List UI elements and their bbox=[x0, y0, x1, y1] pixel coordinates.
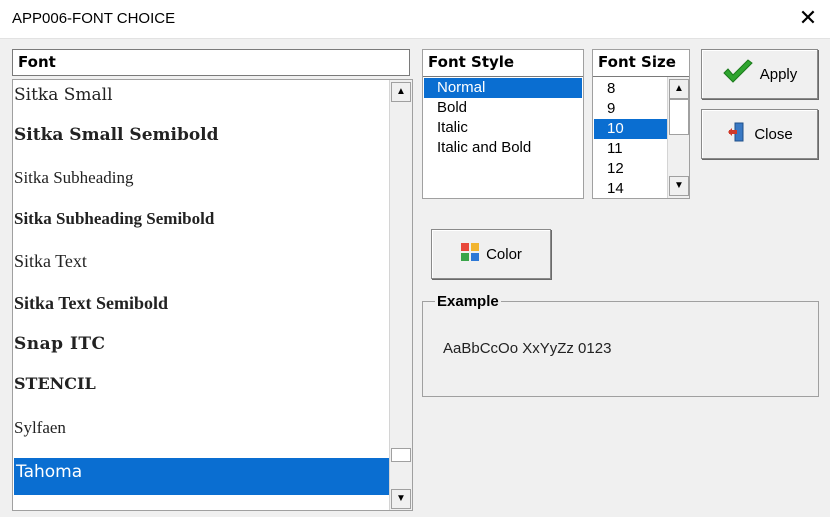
color-label: Color bbox=[486, 245, 522, 263]
font-item-sitka-subheading-semibold[interactable]: Sitka Subheading Semibold bbox=[14, 199, 411, 239]
scroll-down-arrow-icon[interactable]: ▼ bbox=[391, 489, 411, 509]
size-item-10[interactable]: 10 bbox=[594, 119, 667, 139]
scroll-thumb[interactable] bbox=[391, 448, 411, 462]
size-item-11[interactable]: 11 bbox=[594, 139, 667, 159]
font-item-sitka-small-semibold[interactable]: Sitka Small Semibold bbox=[14, 115, 411, 155]
style-item-normal[interactable]: Normal bbox=[424, 78, 582, 98]
size-item-8[interactable]: 8 bbox=[594, 79, 667, 99]
font-style-header: Font Style bbox=[423, 50, 583, 77]
size-scroll-down-arrow-icon[interactable]: ▼ bbox=[669, 176, 689, 196]
close-label: Close bbox=[754, 125, 793, 143]
size-item-9[interactable]: 9 bbox=[594, 99, 667, 119]
style-item-italic-and-bold[interactable]: Italic and Bold bbox=[424, 138, 582, 158]
font-listbox[interactable]: Sitka Small Sitka Small Semibold Sitka S… bbox=[12, 79, 413, 511]
font-size-scrollbar[interactable]: ▲ ▼ bbox=[667, 77, 689, 198]
font-item-sitka-subheading[interactable]: Sitka Subheading bbox=[14, 158, 411, 198]
color-palette-icon bbox=[460, 242, 480, 266]
style-item-italic[interactable]: Italic bbox=[424, 118, 582, 138]
size-item-14[interactable]: 14 bbox=[594, 179, 667, 198]
font-header: Font bbox=[12, 49, 410, 76]
font-size-panel: Font Size 8 9 10 11 12 14 ▲ ▼ bbox=[592, 49, 690, 199]
font-item-snap-itc[interactable]: Snap ITC bbox=[14, 324, 411, 364]
exit-door-icon bbox=[726, 121, 748, 147]
scroll-up-arrow-icon[interactable]: ▲ bbox=[391, 82, 411, 102]
font-item-tahoma[interactable]: Tahoma bbox=[14, 458, 411, 495]
color-button[interactable]: Color bbox=[431, 229, 551, 279]
font-list-scrollbar[interactable]: ▲ ▼ bbox=[389, 80, 412, 510]
example-group: Example AaBbCcOo XxYyZz 0123 bbox=[422, 293, 819, 397]
font-item-sylfaen[interactable]: Sylfaen bbox=[14, 408, 411, 448]
font-item-sitka-text[interactable]: Sitka Text bbox=[14, 241, 411, 281]
font-style-panel: Font Style Normal Bold Italic Italic and… bbox=[422, 49, 584, 199]
window-title: APP006-FONT CHOICE bbox=[12, 10, 176, 27]
font-size-header: Font Size bbox=[593, 50, 689, 77]
close-button[interactable]: Close bbox=[701, 109, 818, 159]
style-item-bold[interactable]: Bold bbox=[424, 98, 582, 118]
checkmark-icon bbox=[722, 59, 754, 89]
font-item-stencil[interactable]: STENCIL bbox=[14, 364, 411, 404]
window-close-button[interactable]: ✕ bbox=[798, 7, 818, 29]
example-legend: Example bbox=[437, 293, 499, 310]
example-sample-text: AaBbCcOo XxYyZz 0123 bbox=[443, 340, 612, 357]
font-item-sitka-text-semibold[interactable]: Sitka Text Semibold bbox=[14, 283, 411, 323]
size-item-12[interactable]: 12 bbox=[594, 159, 667, 179]
size-scroll-thumb[interactable] bbox=[669, 99, 689, 135]
apply-label: Apply bbox=[759, 65, 798, 83]
size-scroll-up-arrow-icon[interactable]: ▲ bbox=[669, 79, 689, 99]
apply-button[interactable]: Apply bbox=[701, 49, 818, 99]
font-item-sitka-small[interactable]: Sitka Small bbox=[14, 80, 411, 115]
title-bar: APP006-FONT CHOICE ✕ bbox=[0, 0, 830, 39]
